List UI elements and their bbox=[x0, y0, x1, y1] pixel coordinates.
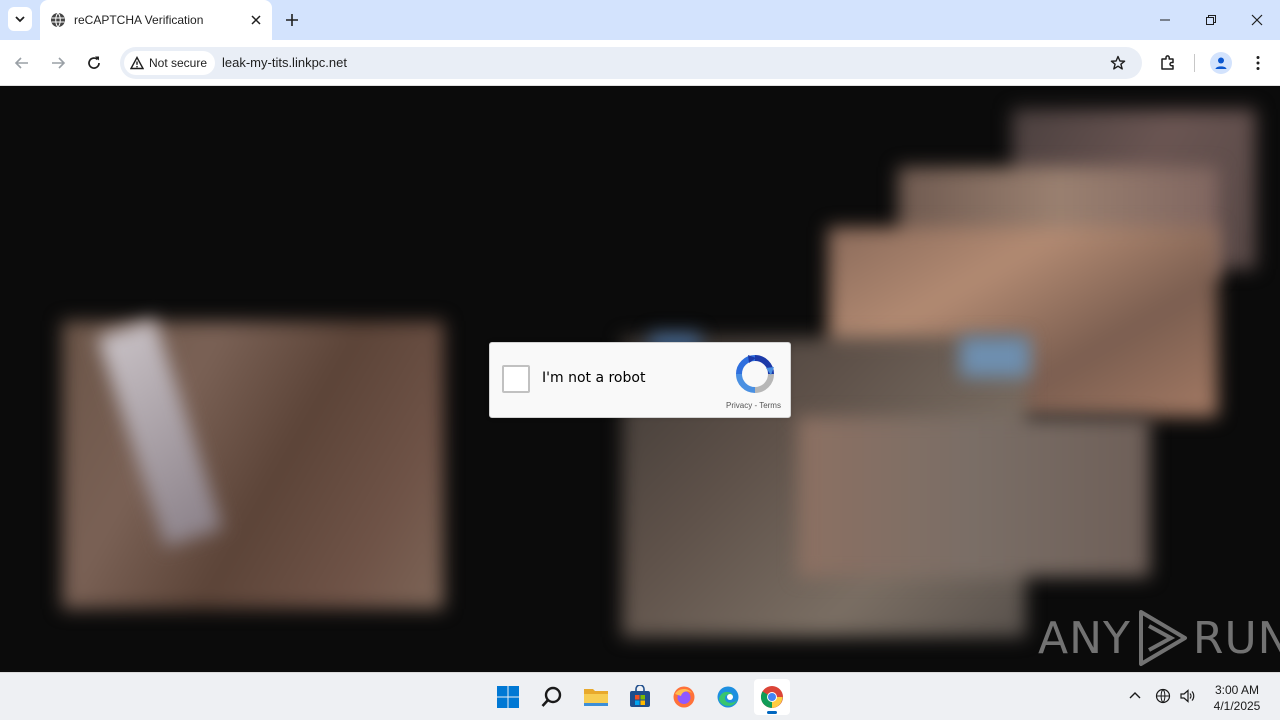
edge-icon bbox=[717, 686, 739, 708]
file-explorer-button[interactable] bbox=[578, 679, 614, 715]
network-globe-icon bbox=[1155, 688, 1171, 704]
taskbar-clock[interactable]: 3:00 AM 4/1/2025 bbox=[1204, 682, 1270, 714]
security-indicator[interactable]: Not secure bbox=[124, 51, 216, 75]
browser-toolbar: Not secure leak-my-tits.linkpc.net bbox=[0, 40, 1280, 86]
search-icon bbox=[541, 686, 562, 707]
close-window-button[interactable] bbox=[1234, 0, 1280, 40]
watermark-text-right: RUN bbox=[1192, 612, 1280, 664]
bookmark-button[interactable] bbox=[1108, 53, 1128, 73]
anyrun-watermark: ANY RUN bbox=[1038, 608, 1280, 668]
minimize-button[interactable] bbox=[1142, 0, 1188, 40]
watermark-text-left: ANY bbox=[1038, 612, 1131, 664]
store-button[interactable] bbox=[622, 679, 658, 715]
profile-button[interactable] bbox=[1210, 52, 1232, 74]
arrow-left-icon bbox=[14, 57, 28, 69]
minimize-icon bbox=[1160, 19, 1170, 21]
clock-date: 4/1/2025 bbox=[1213, 699, 1261, 713]
browser-tab[interactable]: reCAPTCHA Verification bbox=[40, 0, 272, 40]
puzzle-icon bbox=[1161, 55, 1174, 70]
start-button[interactable] bbox=[490, 679, 526, 715]
blurred-image bbox=[798, 417, 1150, 577]
restore-button[interactable] bbox=[1188, 0, 1234, 40]
arrow-right-icon bbox=[52, 57, 66, 69]
blurred-image bbox=[960, 337, 1030, 377]
edge-button[interactable] bbox=[710, 679, 746, 715]
restore-icon bbox=[1206, 15, 1216, 25]
robot-checkbox[interactable] bbox=[502, 365, 530, 393]
star-icon bbox=[1110, 55, 1126, 70]
warning-icon bbox=[130, 56, 144, 70]
chevron-down-icon bbox=[15, 16, 25, 23]
globe-icon bbox=[50, 12, 66, 28]
tab-title: reCAPTCHA Verification bbox=[74, 13, 204, 27]
forward-button[interactable] bbox=[46, 51, 70, 75]
address-bar[interactable]: Not secure leak-my-tits.linkpc.net bbox=[120, 47, 1142, 79]
checkbox-label: I'm not a robot bbox=[542, 370, 646, 386]
windows-taskbar: 3:00 AM 4/1/2025 bbox=[0, 672, 1280, 720]
toolbar-divider bbox=[1194, 54, 1195, 72]
play-logo-icon bbox=[1138, 610, 1187, 666]
reload-icon bbox=[88, 56, 100, 69]
url-text[interactable]: leak-my-tits.linkpc.net bbox=[222, 55, 347, 70]
search-button[interactable] bbox=[534, 679, 570, 715]
recaptcha-widget: I'm not a robot Privacy - Terms bbox=[489, 342, 791, 418]
menu-button[interactable] bbox=[1247, 52, 1269, 74]
show-hidden-icons-button[interactable] bbox=[1126, 687, 1144, 705]
network-button[interactable] bbox=[1154, 687, 1172, 705]
file-explorer-icon bbox=[584, 689, 608, 706]
firefox-icon bbox=[673, 686, 695, 708]
security-label: Not secure bbox=[149, 56, 208, 70]
speaker-icon bbox=[1180, 689, 1195, 703]
privacy-terms-links[interactable]: Privacy - Terms bbox=[726, 401, 781, 410]
volume-button[interactable] bbox=[1178, 687, 1196, 705]
recaptcha-logo-icon bbox=[736, 355, 774, 393]
new-tab-button[interactable] bbox=[282, 10, 302, 30]
store-icon bbox=[630, 685, 650, 707]
firefox-button[interactable] bbox=[666, 679, 702, 715]
tab-search-button[interactable] bbox=[8, 7, 32, 31]
chrome-icon bbox=[760, 686, 783, 708]
plus-icon bbox=[286, 14, 298, 26]
chrome-button[interactable] bbox=[754, 679, 790, 715]
browser-titlebar: reCAPTCHA Verification bbox=[0, 0, 1280, 40]
start-icon bbox=[497, 686, 519, 708]
extensions-button[interactable] bbox=[1157, 52, 1179, 74]
clock-time: 3:00 AM bbox=[1214, 683, 1260, 697]
chevron-up-icon bbox=[1129, 692, 1141, 699]
more-vert-icon bbox=[1256, 56, 1260, 70]
close-tab-icon[interactable] bbox=[246, 10, 266, 30]
reload-button[interactable] bbox=[82, 51, 106, 75]
close-icon bbox=[1251, 14, 1263, 26]
back-button[interactable] bbox=[10, 51, 34, 75]
profile-icon bbox=[1215, 57, 1227, 69]
